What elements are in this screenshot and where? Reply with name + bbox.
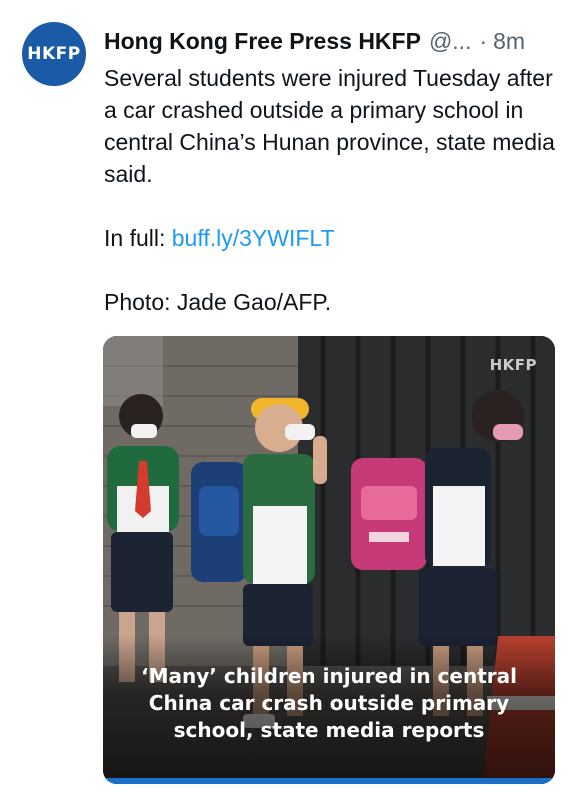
tweet-header: Hong Kong Free Press HKFP @... · 8m [104, 24, 559, 58]
media-headline: ‘Many’ children injured in central China… [141, 664, 517, 742]
in-full-label: In full: [104, 225, 172, 251]
tweet-timestamp[interactable]: 8m [493, 28, 525, 55]
top-border [0, 0, 577, 3]
tweet-main-text: Several students were injured Tuesday af… [104, 65, 555, 187]
account-avatar[interactable]: HKFP [22, 22, 86, 86]
hkfp-watermark: HKFP [489, 356, 537, 374]
media-accent-bar [103, 778, 555, 784]
tweet-media-card[interactable]: HKFP ‘Many’ children injured in central … [103, 336, 555, 784]
in-full-line: In full: buff.ly/3YWIFLT [104, 222, 559, 254]
tweet-body: Several students were injured Tuesday af… [104, 62, 559, 318]
avatar-label: HKFP [27, 44, 81, 64]
photo-credit: Photo: Jade Gao/AFP. [104, 289, 332, 315]
header-separator: · [479, 27, 488, 54]
account-name[interactable]: Hong Kong Free Press HKFP [104, 28, 421, 55]
article-link[interactable]: buff.ly/3YWIFLT [172, 225, 335, 251]
account-handle[interactable]: @... [429, 28, 472, 55]
